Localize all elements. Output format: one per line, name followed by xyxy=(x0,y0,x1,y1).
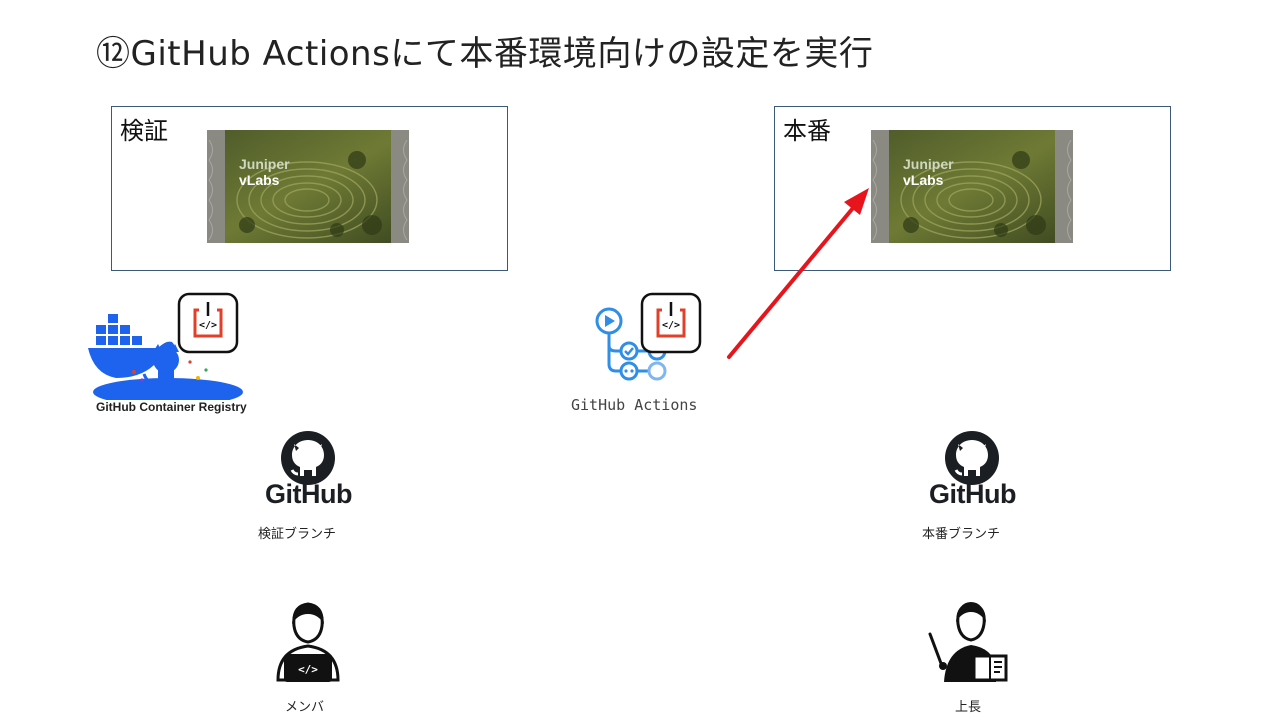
deploy-arrow xyxy=(727,188,869,359)
vlabs-logo-line1: Juniper xyxy=(239,156,290,172)
staging-environment-box: 検証 Juniper vLabs xyxy=(111,106,508,271)
github-wordmark: GitHub xyxy=(929,479,1016,509)
svg-text:</>: </> xyxy=(298,663,318,676)
actions-label: GitHub Actions xyxy=(571,396,698,414)
staging-environment-label: 検証 xyxy=(120,117,168,145)
staging-vlabs-image: Juniper vLabs xyxy=(207,130,409,243)
slide-title: ⑫GitHub Actionsにて本番環境向けの設定を実行 xyxy=(96,34,874,74)
staging-branch-label: 検証ブランチ xyxy=(258,527,337,542)
registry-label: GitHub Container Registry xyxy=(96,400,247,414)
slide: ⑫GitHub Actionsにて本番環境向けの設定を実行 検証 Juniper… xyxy=(0,0,1280,720)
svg-text:</>: </> xyxy=(662,320,680,331)
developer-laptop-icon: </> xyxy=(276,602,340,682)
production-vlabs-image: Juniper vLabs xyxy=(871,130,1073,243)
vlabs-logo-text: Juniper vLabs xyxy=(239,156,290,188)
production-environment-label: 本番 xyxy=(783,117,831,145)
vlabs-landscape-image xyxy=(871,130,1073,243)
vlabs-landscape-image xyxy=(207,130,409,243)
vlabs-logo-text: Juniper vLabs xyxy=(903,156,954,188)
presenter-icon xyxy=(928,602,1008,682)
code-box-icon: </> xyxy=(177,292,239,354)
github-octocat-icon xyxy=(945,431,999,485)
github-wordmark: GitHub xyxy=(265,479,352,509)
vlabs-logo-line2: vLabs xyxy=(239,172,280,188)
svg-text:</>: </> xyxy=(199,320,217,331)
member-label: メンバ xyxy=(285,700,325,715)
github-octocat-icon xyxy=(281,431,335,485)
manager-label: 上長 xyxy=(955,700,982,715)
code-box-icon: </> xyxy=(640,292,702,354)
vlabs-logo-line1: Juniper xyxy=(903,156,954,172)
vlabs-logo-line2: vLabs xyxy=(903,172,944,188)
production-branch-label: 本番ブランチ xyxy=(922,527,1001,542)
